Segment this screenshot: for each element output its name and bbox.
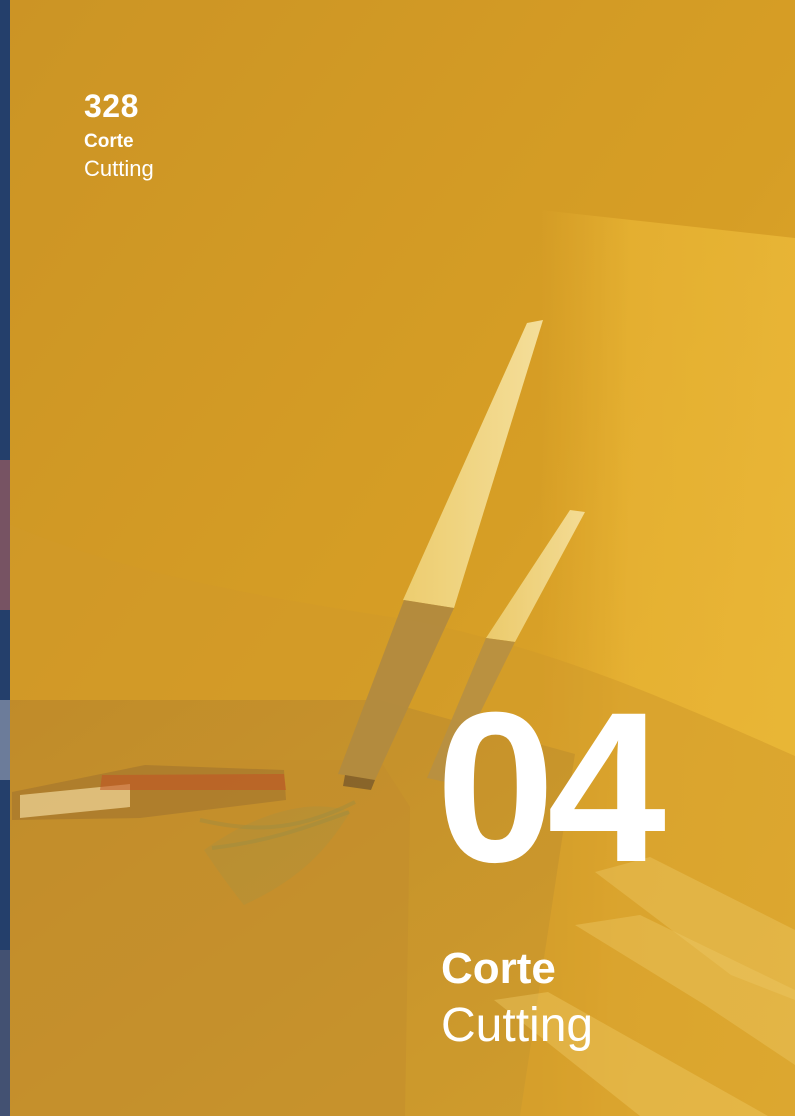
section-title-en: Cutting [84,156,154,181]
section-title-es: Corte [84,131,134,152]
chapter-title-en: Cutting [441,999,594,1052]
chapter-number: 04 [436,668,666,907]
catalog-chapter-page: 328 Corte Cutting 04 Corte Cutting [0,0,795,1116]
chapter-title-es: Corte [441,944,556,993]
page-header: 328 Corte Cutting [84,88,154,182]
page-number: 328 [84,88,139,124]
left-page-edge-strip [0,0,10,1116]
